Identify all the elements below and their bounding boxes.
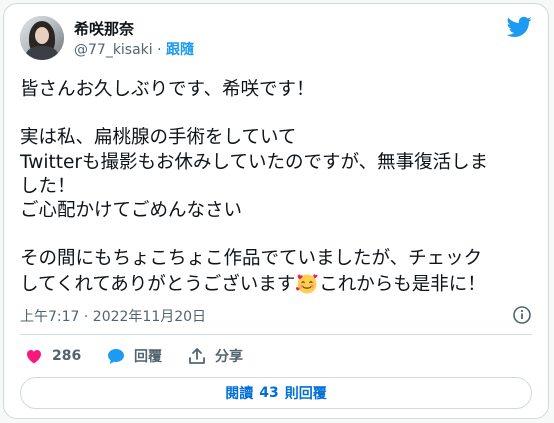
reply-label: 回覆 [134, 349, 162, 365]
heart-icon [27, 350, 41, 364]
tweet-line: 皆さんお久しぶりです、希咲です！ [20, 79, 315, 100]
info-icon[interactable] [512, 305, 532, 325]
share-upload-icon [189, 348, 205, 364]
author-handle[interactable]: @77_kisaki [74, 42, 153, 58]
tweet-line-last: してくれてありがとうございます これからも是非に！ [20, 272, 532, 297]
tweet-line: ご心配かけてごめんなさい [20, 200, 243, 221]
twitter-bird-icon[interactable] [507, 16, 532, 38]
tweet-line: その間にもちょこちょこ作品でていましたが、チェック [20, 248, 483, 270]
tweet-line: 実は私、扁桃腺の手術をしていて [20, 127, 297, 149]
tweet-card[interactable]: 希咲那奈 @77_kisaki · 跟隨 皆さんお久しぶりです、希咲です！ 実は… [3, 3, 549, 419]
reply-bubble-icon [108, 349, 124, 364]
reply-button[interactable]: 回覆 [106, 346, 162, 366]
tweet-line-part: これからも是非に！ [319, 273, 486, 295]
replies-prefix: 閱讀 [225, 386, 254, 402]
tweet-line: した！ [20, 175, 76, 197]
tweet-line-part: してくれてありがとうございます [20, 273, 296, 295]
follow-link[interactable]: 跟隨 [166, 42, 194, 58]
divider [20, 334, 532, 335]
like-button[interactable]: 286 [24, 346, 81, 366]
tweet-header: 希咲那奈 @77_kisaki · 跟隨 [20, 16, 532, 64]
share-label: 分享 [215, 349, 243, 365]
separator-dot: · [157, 42, 162, 58]
tweet-text: 皆さんお久しぶりです、希咲です！ 実は私、扁桃腺の手術をしていて Twitter… [20, 78, 532, 297]
author-display-name[interactable]: 希咲那奈 [74, 18, 134, 39]
replies-suffix: 則回覆 [284, 386, 327, 402]
tweet-line: Twitterも撮影もお休みしていたのですが、無事復活しま [20, 151, 489, 173]
author-handle-row: @77_kisaki · 跟隨 [74, 39, 194, 59]
share-button[interactable]: 分享 [187, 346, 243, 366]
read-replies-button[interactable]: 閱讀 43 則回覆 [20, 377, 532, 409]
tweet-timestamp[interactable]: 上午7:17 · 2022年11月20日 [20, 306, 206, 326]
avatar[interactable] [20, 16, 64, 60]
replies-count: 43 [259, 385, 279, 401]
smiling-face-with-hearts-icon [296, 273, 318, 294]
like-count: 286 [52, 348, 82, 364]
